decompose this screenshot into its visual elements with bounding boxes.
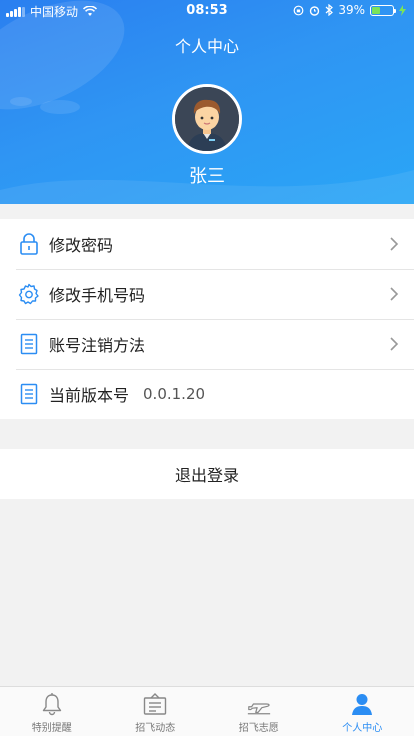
gear-icon [18,283,40,305]
tab-recruitment-news[interactable]: 招飞动态 [104,687,208,736]
signboard-icon [142,691,168,717]
header-decoration [10,97,32,106]
person-icon [349,691,375,717]
chevron-right-icon [390,337,399,351]
version-number: 0.0.1.20 [143,385,206,403]
settings-menu: 修改密码 修改手机号码 账号注销方法 当前版本号 0.0.1.20 [0,219,414,419]
menu-item-version: 当前版本号 0.0.1.20 [0,369,414,419]
status-right: 39% [293,3,406,17]
chevron-right-icon [390,237,399,251]
tab-label: 个人中心 [342,723,383,734]
profile-page: 中国移动 08:53 39% 个人中心 张三 修改密码 修改手机号码 账号注销方… [0,0,414,736]
menu-item-account-cancellation[interactable]: 账号注销方法 [0,319,414,369]
document-icon [18,333,40,355]
menu-item-label: 当前版本号 [49,386,130,405]
status-bar: 中国移动 08:53 39% [0,0,414,22]
profile-header: 中国移动 08:53 39% 个人中心 张三 [0,0,414,204]
avatar-image [175,87,239,151]
bluetooth-icon [325,4,334,16]
bell-icon [39,691,65,717]
header-decoration [40,100,80,114]
username: 张三 [189,166,225,187]
menu-item-label: 账号注销方法 [49,336,146,355]
battery-percent: 39% [338,3,365,17]
menu-item-change-password[interactable]: 修改密码 [0,219,414,269]
airplane-icon [246,691,272,717]
battery-fill [372,6,380,14]
document-icon [18,383,40,405]
menu-item-label: 修改密码 [49,236,114,255]
alarm-icon [310,5,320,16]
tab-label: 招飞志愿 [238,723,279,734]
charging-icon [399,4,406,16]
menu-item-label: 修改手机号码 [49,286,146,305]
logout-button[interactable]: 退出登录 [0,449,414,499]
lock-icon [18,233,40,255]
page-title: 个人中心 [174,37,239,56]
orientation-lock-icon [293,5,304,15]
tab-label: 招飞动态 [135,723,176,734]
tab-label: 特别提醒 [31,723,72,734]
menu-item-change-phone[interactable]: 修改手机号码 [0,269,414,319]
battery-icon [370,4,396,16]
tab-special-reminder[interactable]: 特别提醒 [0,687,104,736]
tab-bar: 特别提醒 招飞动态 招飞志愿 个人中心 [0,686,414,736]
tab-recruitment-application[interactable]: 招飞志愿 [207,687,311,736]
tab-personal-center[interactable]: 个人中心 [311,687,414,736]
avatar[interactable] [172,84,242,154]
chevron-right-icon [390,287,399,301]
